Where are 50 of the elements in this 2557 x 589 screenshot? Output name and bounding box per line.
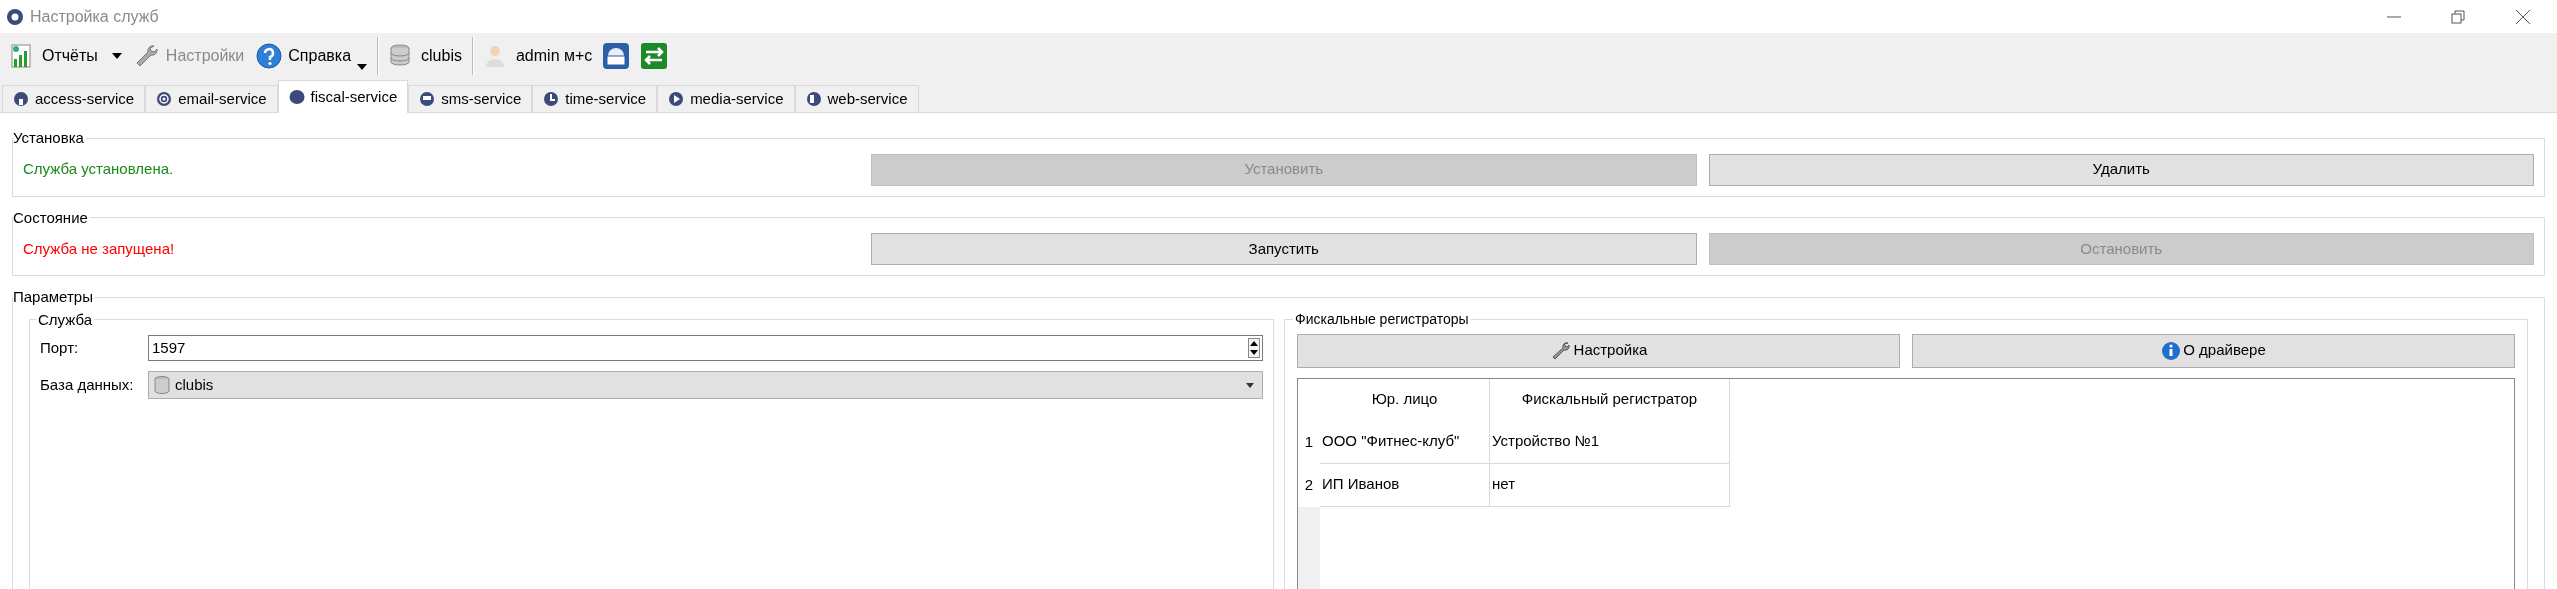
help-icon (256, 43, 283, 69)
tab[interactable]: fiscal-service (277, 80, 409, 113)
group-title: Служба (37, 309, 94, 330)
tab[interactable]: time-service (532, 85, 658, 112)
field-label: База данных: (40, 374, 135, 395)
close-icon (2515, 8, 2531, 25)
toolbar-button[interactable]: admin м+с (477, 36, 599, 76)
window-title: Настройка служб (30, 6, 159, 27)
group-title: Состояние (13, 207, 89, 228)
caret-icon (1246, 382, 1254, 388)
row-number: 2 (1298, 463, 1320, 507)
lock-icon (602, 42, 631, 70)
tab[interactable]: web-service (794, 85, 919, 112)
tab[interactable]: access-service (2, 85, 146, 112)
table-cell: Устройство №1 (1490, 420, 1730, 463)
group-title: Фискальные регистраторы (1294, 309, 1470, 329)
table-cell: ООО "Фитнес-клуб" (1320, 420, 1490, 463)
toolbar-button[interactable]: Отчёты (4, 36, 128, 76)
row-number: 1 (1298, 420, 1320, 464)
group-title: Установка (13, 128, 85, 148)
toolbar-button[interactable]: clubis (383, 36, 468, 76)
table-cell: ИП Иванов (1320, 463, 1490, 506)
clock-icon (543, 91, 560, 107)
action-button[interactable]: Запустить (871, 233, 1697, 265)
maximize-icon (2451, 9, 2465, 24)
action-button[interactable]: Настройка (1297, 333, 1900, 368)
column-header: Юр. лицо (1320, 378, 1490, 421)
database-dropdown[interactable]: clubis (148, 371, 1263, 399)
group-title: Параметры (13, 287, 94, 307)
tab[interactable]: email-service (145, 85, 278, 112)
field-label: Порт: (40, 337, 80, 358)
status-text: Служба не запущена! (23, 238, 176, 259)
info-icon (2161, 340, 2182, 361)
play-icon (668, 91, 685, 107)
exchange-arrows-icon (640, 42, 669, 70)
tab[interactable]: media-service (657, 85, 795, 112)
column-header: Фискальный регистратор (1490, 378, 1730, 421)
caret-icon (357, 64, 368, 70)
action-button[interactable]: О драйвере (1912, 333, 2515, 368)
status-text: Служба установлена. (23, 159, 175, 180)
action-button[interactable]: Удалить (1708, 153, 2534, 186)
oval-icon (288, 89, 305, 105)
database-icon (153, 375, 171, 395)
table-cell: нет (1490, 463, 1730, 506)
port-spinbox[interactable]: 1597 (148, 335, 1263, 361)
tab[interactable]: sms-service (408, 85, 533, 112)
toolbar-button[interactable]: Справка (250, 36, 374, 76)
caret-icon (111, 53, 122, 59)
minimize-icon (2387, 15, 2401, 18)
spinner-arrows-icon (1248, 338, 1260, 358)
